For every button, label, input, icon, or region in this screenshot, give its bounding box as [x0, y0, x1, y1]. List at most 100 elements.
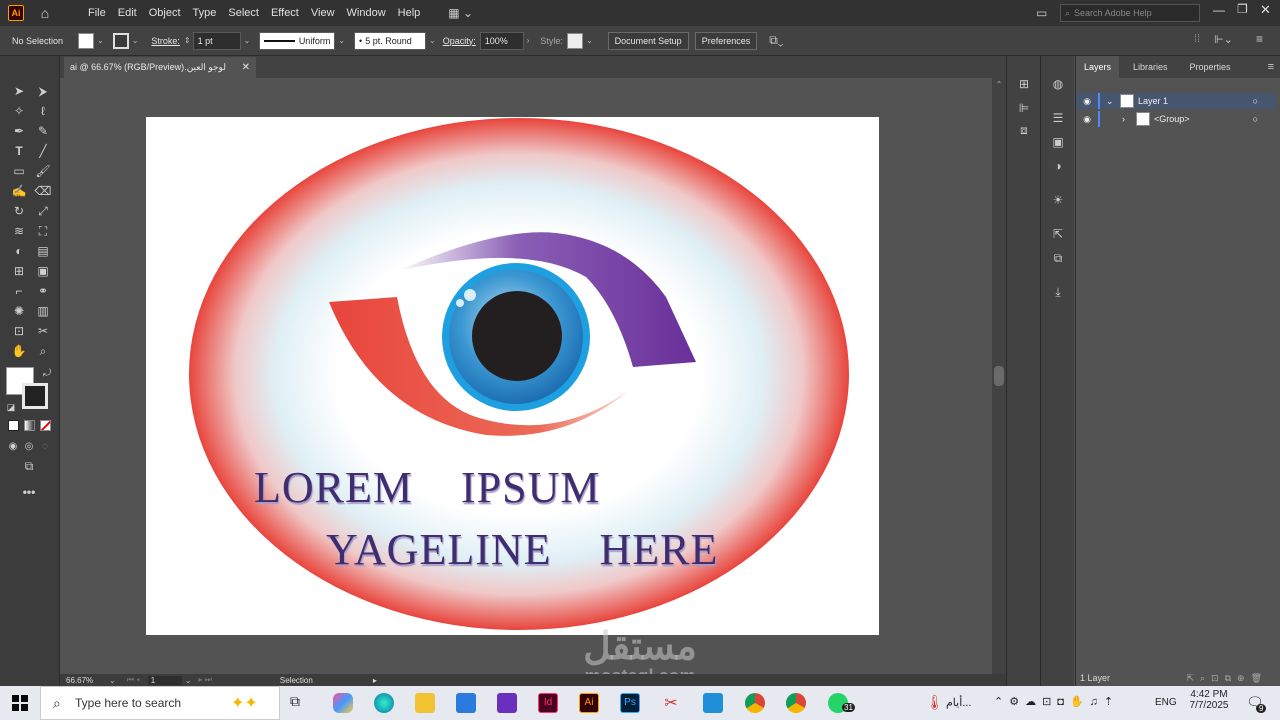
mesh-tool-icon[interactable]: ⊞ — [10, 263, 28, 279]
export-panel-icon[interactable]: ⇱ — [1050, 226, 1066, 242]
file-explorer-icon[interactable] — [415, 693, 435, 713]
transparency-panel-icon[interactable]: ◑ — [1050, 158, 1066, 174]
chevron-down-icon[interactable]: ⌄ — [129, 36, 142, 45]
menu-type[interactable]: Type — [187, 7, 223, 19]
edit-toolbar-icon[interactable]: ••• — [20, 484, 38, 500]
brush-definition[interactable]: • 5 pt. Round — [354, 31, 427, 50]
snipping-tool-icon[interactable]: ✂ — [661, 693, 681, 713]
visibility-eye-icon[interactable]: ◉ — [1076, 114, 1098, 125]
layers-footer-actions[interactable]: ⇱⌕⊡⧉⊕🗑 — [1186, 673, 1268, 684]
stroke-color-swatch[interactable] — [22, 383, 48, 409]
tab-properties[interactable]: Properties — [1182, 56, 1239, 78]
draw-inside-icon[interactable]: ◌ — [36, 438, 54, 454]
stroke-panel-icon[interactable]: ☰ — [1050, 110, 1066, 126]
status-menu-icon[interactable]: ▸ — [373, 676, 377, 685]
type-tool-icon[interactable]: T — [10, 143, 28, 159]
stroke-swatch[interactable] — [112, 32, 129, 49]
rotate-tool-icon[interactable]: ↻ — [10, 203, 28, 219]
gradient-tool-icon[interactable]: ▣ — [34, 263, 52, 279]
weather-icon[interactable]: 🌡 — [926, 694, 944, 711]
chrome-icon[interactable] — [745, 693, 765, 713]
gradient-panel-icon[interactable]: ▣ — [1050, 134, 1066, 150]
direct-selection-tool-icon[interactable]: ⮞ — [34, 83, 52, 99]
default-colors-icon[interactable]: ◪ — [2, 399, 20, 415]
zoom-tool-icon[interactable]: ⌕ — [34, 343, 52, 359]
stroke-label[interactable]: Stroke: — [147, 36, 184, 46]
indesign-icon[interactable]: Id — [538, 693, 558, 713]
warp-tool-icon[interactable]: ≋ — [10, 223, 28, 239]
selection-tool-icon[interactable]: ➤ — [10, 83, 28, 99]
perspective-grid-tool-icon[interactable]: ▤ — [34, 243, 52, 259]
asset-export-panel-icon[interactable]: ⤓ — [1050, 284, 1066, 300]
clock[interactable]: 4:42 PM 7/7/2025 — [1186, 689, 1232, 711]
search-help-input[interactable]: ⌕ Search Adobe Help — [1060, 4, 1200, 22]
align-icon[interactable]: ⁞⁞ — [1194, 33, 1200, 45]
document-tab[interactable]: لوجو العين.ai @ 66.67% (RGB/Preview) ✕ — [64, 57, 256, 78]
artboard-tool-icon[interactable]: ⊡ — [10, 323, 28, 339]
control-bar-menu-icon[interactable]: ≡ — [1256, 32, 1263, 46]
chevron-down-icon[interactable]: ⌄ — [94, 36, 107, 45]
shaper-tool-icon[interactable]: ✍ — [10, 183, 28, 199]
close-button[interactable]: ✕ — [1260, 2, 1271, 18]
workspace-switcher-icon[interactable]: ▦ ⌄ — [448, 6, 473, 20]
menu-object[interactable]: Object — [143, 7, 187, 19]
column-graph-tool-icon[interactable]: ▥ — [34, 303, 52, 319]
paintbrush-tool-icon[interactable]: 🖌 — [34, 163, 52, 179]
windows-start-icon[interactable] — [12, 695, 28, 711]
align-panel-icon[interactable]: ⊫ — [1016, 100, 1032, 116]
artboard-number[interactable]: 1 — [147, 675, 182, 685]
scroll-up-icon[interactable]: ⌃ — [992, 80, 1006, 89]
arrange-documents-icon[interactable]: ⧉⌄ — [769, 33, 783, 48]
blend-tool-icon[interactable]: ⚭ — [34, 283, 52, 299]
panel-toggle-icon[interactable]: ▭ — [1036, 6, 1047, 20]
layer-row[interactable]: ◉ › <Group> ○ — [1076, 111, 1276, 127]
expand-chevron-icon[interactable]: ⌄ — [1106, 96, 1120, 107]
preferences-button[interactable]: Preferences — [694, 31, 758, 50]
chevron-down-icon[interactable]: ⌄ — [106, 676, 119, 685]
curvature-tool-icon[interactable]: ✎ — [34, 123, 52, 139]
store-icon[interactable] — [456, 693, 476, 713]
color-mode-icon[interactable] — [8, 420, 19, 431]
layer-row[interactable]: ◉ ⌄ Layer 1 ○ — [1076, 93, 1276, 109]
opacity-field[interactable]: 100% — [479, 31, 524, 50]
menu-file[interactable]: File — [82, 7, 112, 19]
variable-width-profile[interactable]: Uniform — [259, 31, 336, 50]
minimize-button[interactable]: — — [1213, 3, 1225, 17]
notification-text[interactable]: أيام... — [946, 696, 971, 709]
hand-tool-icon[interactable]: ✋ — [10, 343, 28, 359]
tab-layers[interactable]: Layers — [1076, 56, 1120, 78]
lasso-tool-icon[interactable]: ℓ — [34, 103, 52, 119]
rectangle-tool-icon[interactable]: ▭ — [10, 163, 28, 179]
restore-button[interactable]: ❐ — [1237, 2, 1248, 16]
line-tool-icon[interactable]: ╱ — [34, 143, 52, 159]
copilot-icon[interactable] — [333, 693, 353, 713]
slice-tool-icon[interactable]: ✂ — [34, 323, 52, 339]
language-indicator[interactable]: ENG — [1155, 697, 1177, 708]
scale-tool-icon[interactable]: ⤢ — [34, 203, 52, 219]
photoshop-icon[interactable]: Ps — [620, 693, 640, 713]
menu-effect[interactable]: Effect — [265, 7, 305, 19]
none-mode-icon[interactable] — [40, 420, 51, 431]
artboard-nav-first-icon[interactable]: ⏮ ◂ — [127, 675, 140, 685]
artboards-panel-icon[interactable]: ⊞ — [1016, 76, 1032, 92]
artboard-nav-last-icon[interactable]: ▸ ⏭ — [198, 675, 211, 685]
symbol-sprayer-tool-icon[interactable]: ✺ — [10, 303, 28, 319]
visual-studio-icon[interactable] — [497, 693, 517, 713]
close-tab-icon[interactable]: ✕ — [242, 62, 250, 73]
style-swatch[interactable] — [566, 32, 583, 49]
free-transform-tool-icon[interactable]: ⛶ — [34, 223, 52, 239]
links-panel-icon[interactable]: ⧉ — [1050, 250, 1066, 266]
chevron-down-icon[interactable]: ⌄ — [241, 36, 254, 45]
chevron-down-icon[interactable]: ⌄ — [335, 36, 348, 45]
system-tray-icons[interactable]: ⌃⚙☁⊡◘✋♫⇡ — [994, 695, 1119, 708]
zoom-level[interactable]: 66.67% — [66, 676, 106, 685]
tab-libraries[interactable]: Libraries — [1125, 56, 1176, 78]
panel-menu-icon[interactable]: ≡ — [1268, 61, 1274, 73]
eraser-tool-icon[interactable]: ⌫ — [34, 183, 52, 199]
illustrator-taskbar-icon[interactable]: Ai — [579, 693, 599, 713]
pathfinder-panel-icon[interactable]: ⧈ — [1016, 122, 1032, 138]
layer-name[interactable]: Layer 1 — [1138, 96, 1168, 106]
pen-tool-icon[interactable]: ✒ — [10, 123, 28, 139]
chevron-down-icon[interactable]: ⌄ — [426, 36, 439, 45]
visibility-eye-icon[interactable]: ◉ — [1076, 96, 1098, 107]
